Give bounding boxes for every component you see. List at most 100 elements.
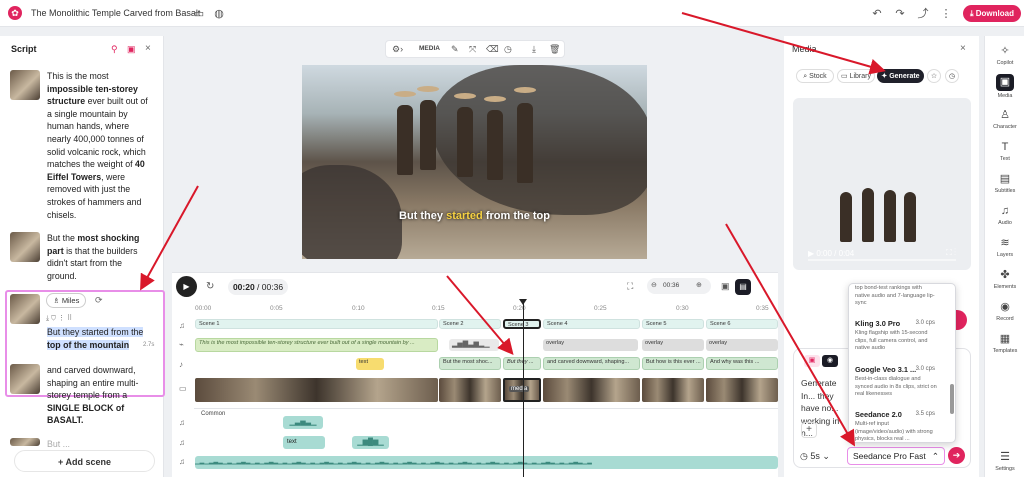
rail-templates[interactable]: ▦ Templates <box>985 332 1024 354</box>
video-progress-bar[interactable] <box>808 259 956 261</box>
media-toolbar-label[interactable]: MEDIA <box>419 45 440 52</box>
play-button[interactable]: ▶ <box>176 276 197 297</box>
video-clip-4[interactable] <box>543 378 640 402</box>
image-view-icon[interactable]: ▣ <box>127 44 136 55</box>
project-title[interactable]: The Monolithic Temple Carved from Basalt <box>31 8 200 18</box>
tab-library[interactable]: ▭ Library <box>837 69 875 83</box>
voice-clip-4[interactable]: and carved downward, shaping... <box>543 357 640 370</box>
scene-2-text[interactable]: But the most shocking part is that the b… <box>47 232 153 282</box>
video-clip-5[interactable] <box>642 378 704 402</box>
globe-icon[interactable]: ◍ <box>212 7 226 21</box>
rail-label: Media <box>997 93 1013 99</box>
rail-character[interactable]: ♙ Character <box>985 108 1024 130</box>
rail-subtitles[interactable]: ▤ Subtitles <box>985 172 1024 194</box>
model-select[interactable]: Seedance Pro Fast ⌃ <box>847 447 945 465</box>
trash-icon[interactable]: 🗑 <box>549 44 560 55</box>
zoom-control[interactable]: ⊖ 00:36 ⊕ <box>647 278 711 294</box>
fullscreen-icon[interactable]: ⛶ <box>627 281 633 292</box>
scene-2-thumbnail[interactable] <box>10 232 40 262</box>
rail-copilot[interactable]: ✧ Copilot <box>985 44 1024 66</box>
rail-audio[interactable]: ♫ Audio <box>985 204 1024 226</box>
scene-1-text[interactable]: This is the most impossible ten-storey s… <box>47 70 153 221</box>
video-mode-icon[interactable]: ◉ <box>822 355 838 367</box>
close-media-icon[interactable]: × <box>960 43 966 54</box>
rail-text[interactable]: T Text <box>985 140 1024 162</box>
text-icon: T <box>1001 141 1009 153</box>
scene-header-1[interactable]: Scene 1 <box>195 319 438 329</box>
video-more-icon[interactable]: ⋮ <box>954 248 956 257</box>
rail-settings[interactable]: ☰ Settings <box>985 450 1024 472</box>
model-option-kling[interactable]: Kling 3.0 Pro 3.0 cps Kling flagship wit… <box>849 316 949 360</box>
history-icon[interactable]: ◷ <box>945 69 959 83</box>
overlay-clip-5[interactable]: overlay <box>642 339 704 351</box>
video-clip-2[interactable] <box>439 378 501 402</box>
download-frame-icon[interactable]: ⤓ <box>532 44 536 55</box>
aspect-ratio-icon[interactable]: ▭ <box>192 7 206 21</box>
app-logo-icon[interactable]: ✿ <box>8 6 22 20</box>
model-option-seedance[interactable]: Seedance 2.0 3.5 cps Multi-ref input (im… <box>849 408 949 442</box>
dropdown-scrollbar[interactable] <box>950 384 954 414</box>
scene-5-text[interactable]: But ... <box>47 438 153 448</box>
download-button[interactable]: ⤓ Download <box>963 5 1021 22</box>
audio-clip[interactable]: ▁▃▅▃▁ <box>283 416 323 429</box>
more-menu-icon[interactable]: ⋮ <box>939 7 953 21</box>
frame-icon[interactable]: ▣ <box>721 281 730 292</box>
send-generate-button[interactable]: ➔ <box>948 447 965 464</box>
clock-icon[interactable]: ◷ <box>504 44 512 55</box>
playhead-handle[interactable] <box>519 299 527 305</box>
voice-clip-3[interactable]: But they ... <box>503 357 541 370</box>
zoom-in-icon[interactable]: ⊕ <box>696 281 702 289</box>
replay-icon[interactable]: ↻ <box>206 281 214 292</box>
share-icon[interactable]: ⤴ <box>916 7 930 21</box>
scene-4-thumbnail[interactable] <box>10 364 40 394</box>
rail-media[interactable]: ▣ Media <box>985 74 1024 99</box>
overlay-clip-6[interactable]: overlay <box>706 339 778 351</box>
model-option-desc[interactable]: top bond-test rankings with native audio… <box>855 285 937 308</box>
scene-4-text[interactable]: and carved downward, shaping an entire m… <box>47 364 153 427</box>
tab-stock[interactable]: ⌕ Stock <box>796 69 834 83</box>
tab-generate[interactable]: ✦ Generate <box>877 69 924 83</box>
eraser-icon[interactable]: ⌫ <box>486 44 499 55</box>
video-clip-6[interactable] <box>706 378 778 402</box>
image-mode-icon[interactable]: ▣ <box>804 355 820 367</box>
rail-layers[interactable]: ≋ Layers <box>985 236 1024 258</box>
pen-icon[interactable]: ✎ <box>451 44 459 55</box>
scene-header-2[interactable]: Scene 2 <box>439 319 501 329</box>
layout-toggle-icon[interactable]: ▤ <box>735 279 751 295</box>
scene-header-6[interactable]: Scene 6 <box>706 319 778 329</box>
background-music-clip[interactable]: ▁▂▁▂▃▂▁▂▁▂▃▂▁▂▁▂▃▂▁▂▁▂▃▂▁▂▁▂▃▂▁▂▁▂▃▂▁▂▁▂… <box>195 456 778 469</box>
voice-clip-6[interactable]: And why was this ... <box>706 357 778 370</box>
cursor-icon[interactable]: ⤧ <box>469 44 476 55</box>
scene-header-3[interactable]: Scene 3 <box>503 319 541 329</box>
close-script-icon[interactable]: × <box>145 43 151 54</box>
video-clip-1[interactable] <box>195 378 438 402</box>
audio-clip[interactable]: ▁▆█▆▁ <box>352 436 389 449</box>
zoom-out-icon[interactable]: ⊖ <box>651 281 657 289</box>
add-scene-button[interactable]: + Add scene <box>14 450 155 472</box>
scene-5-thumbnail[interactable] <box>10 438 40 446</box>
video-preview[interactable]: But they started from the top <box>302 65 647 259</box>
voice-clip-2[interactable]: But the most shoc... <box>439 357 501 370</box>
scene-header-4[interactable]: Scene 4 <box>543 319 640 329</box>
add-reference-button[interactable]: + <box>801 422 817 438</box>
model-option-veo[interactable]: Google Veo 3.1 ... 3.0 cps Best-in-class… <box>849 362 949 406</box>
undo-icon[interactable]: ↶ <box>870 7 884 21</box>
audio-waveform-clip[interactable]: ▂▅▇▃▆▂▁ <box>449 339 499 351</box>
fullscreen-video-icon[interactable]: ⛶ <box>946 248 954 257</box>
settings-gear-icon[interactable]: ⚙› <box>392 44 403 55</box>
redo-icon[interactable]: ↷ <box>893 7 907 21</box>
scene-header-5[interactable]: Scene 5 <box>642 319 704 329</box>
text-clip-label[interactable]: text <box>356 358 384 370</box>
favorites-icon[interactable]: ☆ <box>927 69 941 83</box>
text-clip-1[interactable]: This is the most impossible ten-storey s… <box>195 338 438 352</box>
rail-elements[interactable]: ✤ Elements <box>985 268 1024 290</box>
rail-record[interactable]: ◉ Record <box>985 300 1024 322</box>
generated-video-player[interactable]: ▶ 0:00 / 0:04 ⛶ ⋮ <box>800 172 964 264</box>
scene-1-thumbnail[interactable] <box>10 70 40 100</box>
duration-select[interactable]: ◷ 5s ⌄ <box>800 447 838 465</box>
pin-icon[interactable]: ⚲ <box>111 44 118 55</box>
playhead[interactable] <box>523 301 524 477</box>
voice-clip-5[interactable]: But how is this ever ... <box>642 357 704 370</box>
text-audio-clip[interactable]: text <box>283 436 325 449</box>
overlay-clip-4[interactable]: overlay <box>543 339 638 351</box>
